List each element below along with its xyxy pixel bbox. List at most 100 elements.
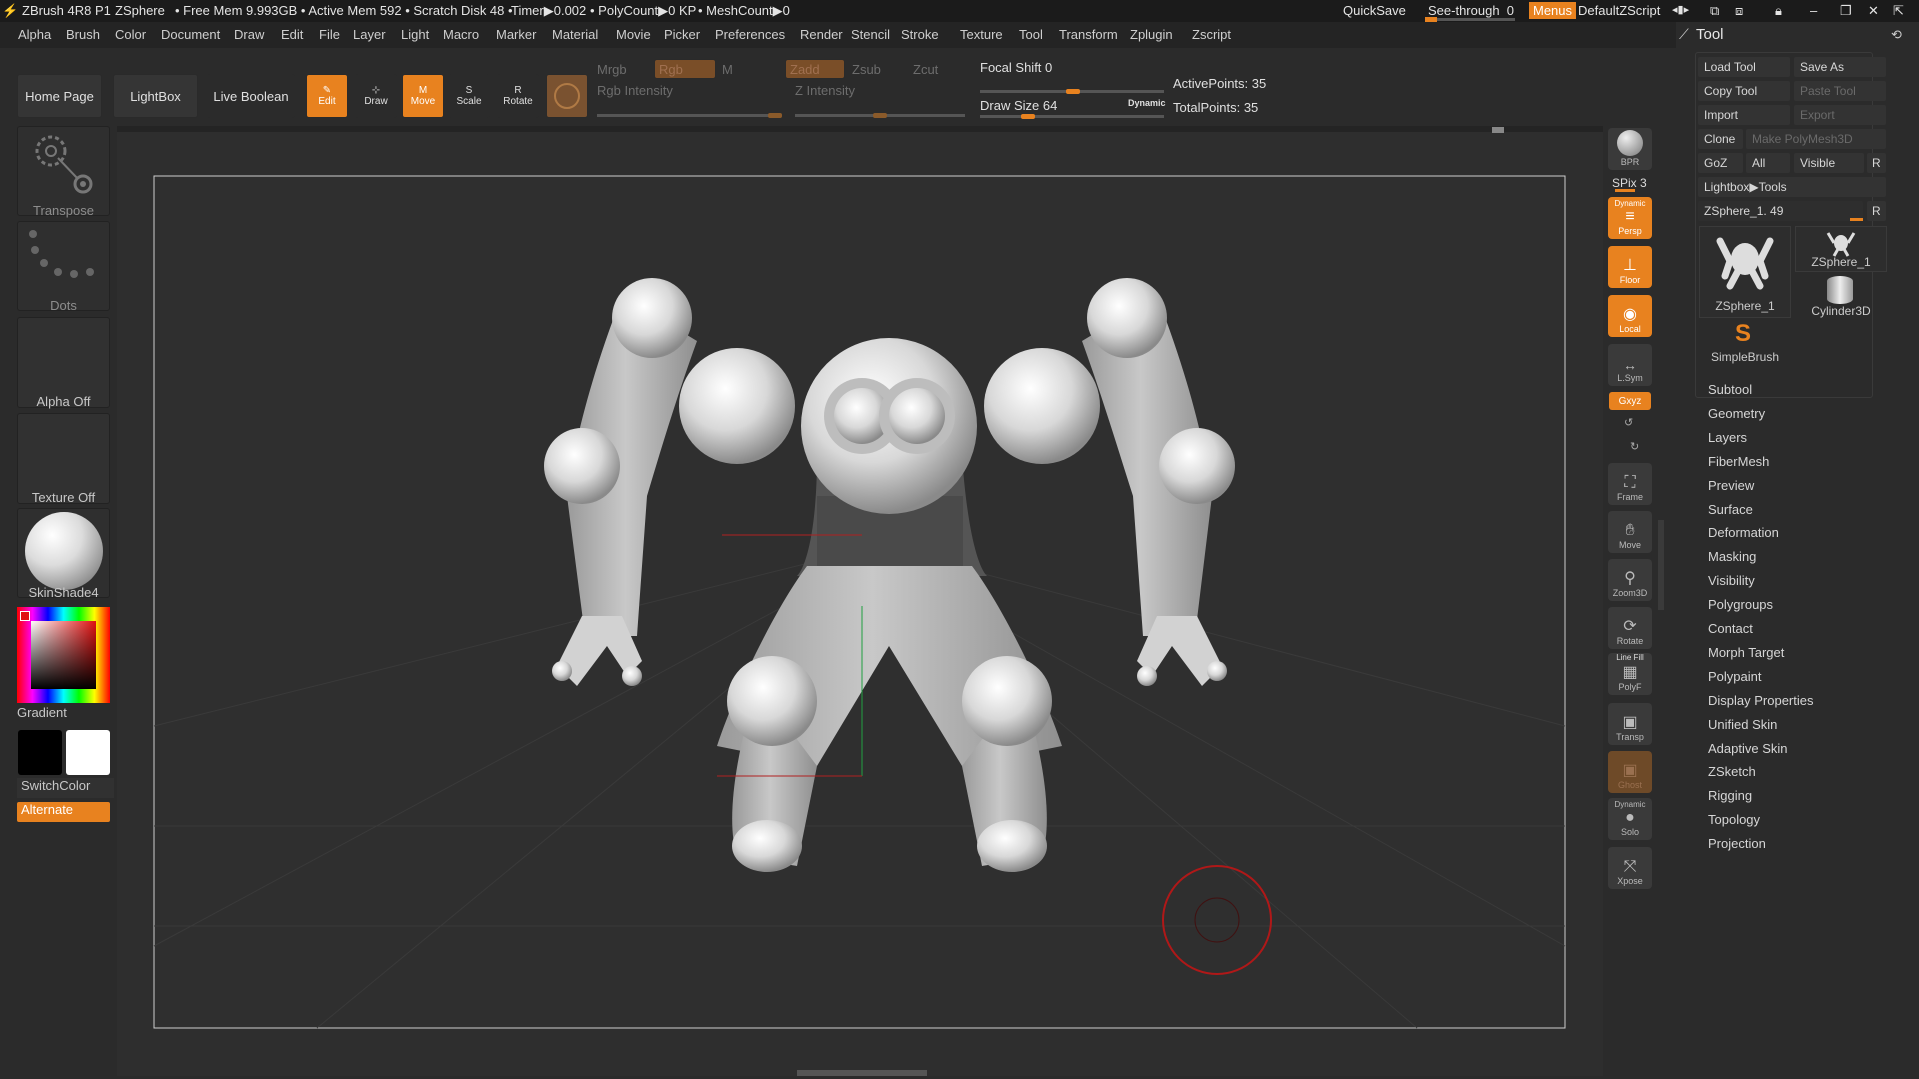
subpalette-preview[interactable]: Preview [1708, 478, 1754, 493]
spix-knob[interactable] [1615, 189, 1635, 192]
tool-thumb-simplebrush[interactable]: S SimpleBrush [1699, 320, 1791, 366]
close-icon[interactable]: ✕ [1868, 3, 1879, 19]
subpalette-contact[interactable]: Contact [1708, 621, 1753, 636]
gradient-button[interactable]: Gradient [17, 705, 110, 726]
copy-tool-button[interactable]: Copy Tool [1698, 81, 1790, 101]
import-button[interactable]: Import [1698, 105, 1790, 125]
lock-icon[interactable]: 🔒︎ [1775, 3, 1782, 19]
menu-stencil[interactable]: Stencil [851, 27, 890, 42]
brush-sphere-button[interactable] [546, 74, 588, 118]
zsub-button[interactable]: Zsub [852, 62, 881, 77]
lightbox-tools-button[interactable]: Lightbox▶Tools [1698, 177, 1886, 197]
menu-light[interactable]: Light [401, 27, 429, 42]
menu-picker[interactable]: Picker [664, 27, 700, 42]
focal-shift-knob[interactable] [1066, 89, 1080, 94]
focal-shift-slider[interactable]: Focal Shift 0 [980, 60, 1052, 75]
layout-icon[interactable]: ⧉ [1710, 3, 1719, 19]
popout-icon[interactable]: ⇱ [1893, 3, 1904, 19]
subpalette-layers[interactable]: Layers [1708, 430, 1747, 445]
pin-icon[interactable]: ⟋ [1679, 26, 1689, 43]
xyz-button[interactable]: Gxyz [1609, 392, 1651, 410]
menu-file[interactable]: File [319, 27, 340, 42]
subpalette-projection[interactable]: Projection [1708, 836, 1766, 851]
draw-size-knob[interactable] [1021, 114, 1035, 119]
dynamic-toggle[interactable]: Dynamic [1128, 98, 1166, 108]
bpr-button[interactable]: BPR [1608, 128, 1652, 170]
color-picker[interactable] [17, 607, 110, 703]
rotate-view-button[interactable]: ⟳ Rotate [1608, 607, 1652, 649]
frame-button[interactable]: ⛶ Frame [1608, 463, 1652, 505]
load-tool-button[interactable]: Load Tool [1698, 57, 1790, 77]
tool-thumb-zsphere[interactable]: ZSphere_1 [1699, 226, 1791, 318]
subpalette-masking[interactable]: Masking [1708, 549, 1756, 564]
lsym-button[interactable]: ↔ L.Sym [1608, 344, 1652, 386]
menu-texture[interactable]: Texture [960, 27, 1003, 42]
subpalette-zsketch[interactable]: ZSketch [1708, 764, 1756, 779]
local-button[interactable]: ◉ Local [1608, 295, 1652, 337]
save-as-button[interactable]: Save As [1794, 57, 1886, 77]
restore-icon[interactable]: ❐ [1840, 3, 1852, 19]
menu-transform[interactable]: Transform [1059, 27, 1118, 42]
z-intensity-knob[interactable] [873, 113, 887, 118]
export-button[interactable]: Export [1794, 105, 1886, 125]
menus-toggle[interactable]: Menus [1529, 2, 1577, 19]
menu-movie[interactable]: Movie [616, 27, 651, 42]
subpalette-morph-target[interactable]: Morph Target [1708, 645, 1784, 660]
rgb-button[interactable]: Rgb [654, 59, 716, 79]
menu-render[interactable]: Render [800, 27, 843, 42]
persp-button[interactable]: Dynamic ≡ Persp [1608, 197, 1652, 239]
menu-alpha[interactable]: Alpha [18, 27, 51, 42]
move-button[interactable]: M Move [402, 74, 444, 118]
subpalette-adaptive-skin[interactable]: Adaptive Skin [1708, 741, 1788, 756]
paste-tool-button[interactable]: Paste Tool [1794, 81, 1886, 101]
subpalette-unified-skin[interactable]: Unified Skin [1708, 717, 1777, 732]
zcut-button[interactable]: Zcut [913, 62, 938, 77]
minimize-icon[interactable]: – [1810, 3, 1817, 18]
menu-stroke[interactable]: Stroke [901, 27, 939, 42]
subpalette-polygroups[interactable]: Polygroups [1708, 597, 1773, 612]
resize-arrows-icon[interactable]: ◂▮▸ [1672, 3, 1689, 16]
transp-button[interactable]: ▣ Transp [1608, 703, 1652, 745]
live-boolean-button[interactable]: Live Boolean [207, 74, 295, 118]
subpalette-geometry[interactable]: Geometry [1708, 406, 1765, 421]
goz-button[interactable]: GoZ [1698, 153, 1743, 173]
current-tool-knob[interactable] [1850, 218, 1863, 221]
spix-slider[interactable]: SPix 3 [1612, 176, 1647, 190]
right-tray-handle[interactable] [1658, 520, 1664, 610]
m-button[interactable]: M [722, 62, 733, 77]
switch-color-button[interactable]: SwitchColor [17, 778, 114, 798]
secondary-color-swatch[interactable] [66, 730, 110, 775]
floor-button[interactable]: ⊥ Floor [1608, 246, 1652, 288]
xpose-button[interactable]: ⤧ Xpose [1608, 847, 1652, 889]
menu-document[interactable]: Document [161, 27, 220, 42]
rotate-button[interactable]: R Rotate [497, 74, 539, 118]
menu-material[interactable]: Material [552, 27, 598, 42]
tool-thumb-cylinder[interactable]: Cylinder3D [1795, 274, 1887, 320]
subpalette-fibermesh[interactable]: FiberMesh [1708, 454, 1769, 469]
ghost-button[interactable]: ▣ Ghost [1608, 751, 1652, 793]
draw-button[interactable]: ⊹ Draw [355, 74, 397, 118]
goz-visible-button[interactable]: Visible [1794, 153, 1864, 173]
rgb-intensity-knob[interactable] [768, 113, 782, 118]
quicksave-button[interactable]: QuickSave [1343, 3, 1406, 18]
edit-button[interactable]: ✎ Edit [306, 74, 348, 118]
menu-tool[interactable]: Tool [1019, 27, 1043, 42]
scale-button[interactable]: S Scale [448, 74, 490, 118]
zadd-button[interactable]: Zadd [785, 59, 845, 79]
current-tool-slider[interactable]: ZSphere_1. 49 [1698, 201, 1863, 221]
move-view-button[interactable]: ✋︎ Move [1608, 511, 1652, 553]
subpalette-topology[interactable]: Topology [1708, 812, 1760, 827]
subpalette-visibility[interactable]: Visibility [1708, 573, 1755, 588]
document-canvas[interactable] [117, 126, 1603, 1076]
lightbox-button[interactable]: LightBox [113, 74, 198, 118]
window-icon[interactable]: ⧈ [1735, 3, 1743, 19]
menu-marker[interactable]: Marker [496, 27, 536, 42]
menu-zplugin[interactable]: Zplugin [1130, 27, 1173, 42]
menu-zscript[interactable]: Zscript [1192, 27, 1231, 42]
color-saturation-square[interactable] [31, 621, 96, 689]
make-polymesh-button[interactable]: Make PolyMesh3D [1746, 129, 1886, 149]
subpalette-polypaint[interactable]: Polypaint [1708, 669, 1761, 684]
polyf-button[interactable]: Line Fill ▦ PolyF [1608, 653, 1652, 695]
default-zscript-button[interactable]: DefaultZScript [1578, 3, 1660, 18]
clone-button[interactable]: Clone [1698, 129, 1743, 149]
